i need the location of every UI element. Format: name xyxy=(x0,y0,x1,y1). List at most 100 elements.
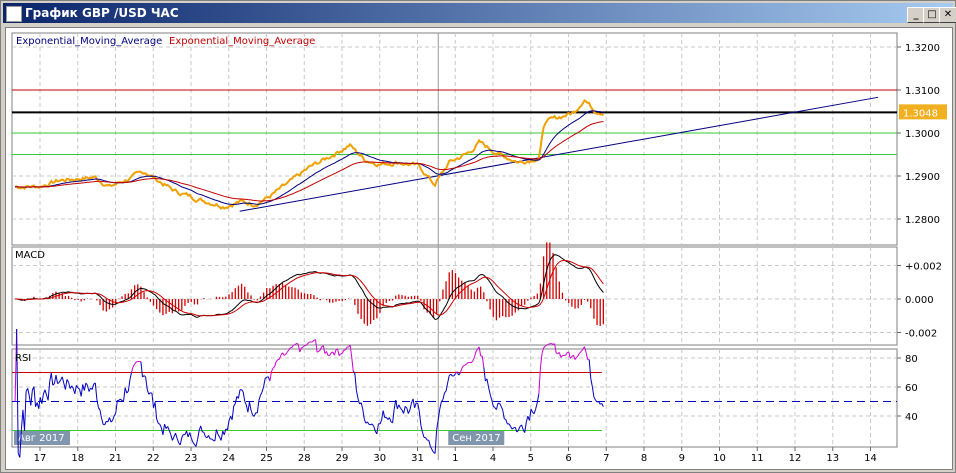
x-label: 14 xyxy=(864,453,877,464)
rsi-segment xyxy=(371,423,375,427)
rsi-segment xyxy=(517,426,521,431)
rsi-segment xyxy=(123,387,126,401)
rsi-segment xyxy=(450,373,453,377)
rsi-segment xyxy=(521,424,524,430)
rsi-segment xyxy=(179,437,183,446)
rsi-segment xyxy=(99,410,103,419)
rsi-segment xyxy=(288,347,291,351)
x-label: 13 xyxy=(826,453,839,464)
rsi-segment xyxy=(448,373,452,376)
rsi-segment xyxy=(458,372,461,376)
x-label: 4 xyxy=(490,453,496,464)
rsi-segment xyxy=(488,386,491,395)
panel-main xyxy=(11,32,898,246)
rsi-segment xyxy=(577,352,581,356)
rsi-segment xyxy=(85,382,88,386)
rsi-segment xyxy=(237,389,241,399)
rsi-segment xyxy=(64,379,68,390)
rsi-segment xyxy=(591,386,595,398)
x-label: 30 xyxy=(373,453,386,464)
rsi-segment xyxy=(414,402,417,408)
rsi-segment xyxy=(274,361,277,367)
x-label: 1 xyxy=(452,453,458,464)
rsi-segment xyxy=(30,390,33,406)
current-price: 1.3048 xyxy=(903,108,938,119)
rsi-segment xyxy=(508,423,511,427)
rsi-segment xyxy=(318,349,321,352)
chart-svg[interactable]: 17 18 21 22 23 24 25 28 29 30 31 1 4 5 6 7 8 9 10 11 12 13 14А… xyxy=(0,0,956,473)
x-label: 11 xyxy=(751,453,764,464)
rsi-segment xyxy=(77,387,80,390)
rsi-segment xyxy=(500,406,504,411)
rsi-segment xyxy=(439,401,442,410)
rsi-segment xyxy=(470,360,474,363)
rsi-segment xyxy=(583,346,587,353)
rsi-segment xyxy=(572,354,576,360)
rsi-segment xyxy=(486,378,490,388)
rsi-segment xyxy=(533,408,537,414)
rsi-segment xyxy=(463,364,466,367)
rsi-segment xyxy=(242,391,246,402)
rsi-segment xyxy=(505,419,508,425)
x-label: 25 xyxy=(260,453,273,464)
x-label: 22 xyxy=(147,453,160,464)
rsi-segment xyxy=(326,351,329,356)
rsi-segment xyxy=(560,355,563,358)
rsi-segment xyxy=(565,352,568,356)
rsi-segment xyxy=(96,399,99,408)
rsi-segment xyxy=(514,427,518,433)
rsi-segment xyxy=(425,437,428,441)
rsi-segment xyxy=(71,385,74,389)
rsi-segment xyxy=(421,431,425,438)
rsi-segment xyxy=(329,352,332,356)
rsi-segment xyxy=(407,409,411,414)
rsi-segment xyxy=(156,418,159,424)
rsi-segment xyxy=(489,394,493,400)
y-label: 1.2800 xyxy=(905,215,940,226)
y-label: +0.002 xyxy=(905,262,942,273)
rsi-segment xyxy=(428,440,431,447)
rsi-segment xyxy=(167,426,170,431)
x-label: 9 xyxy=(679,453,685,464)
x-label: 28 xyxy=(298,453,311,464)
rsi-segment xyxy=(231,405,235,420)
rsi-segment xyxy=(322,345,326,354)
rsi-segment xyxy=(170,434,173,441)
rsi-segment xyxy=(50,373,54,386)
rsi-segment xyxy=(307,341,310,344)
rsi-segment xyxy=(110,420,113,423)
rsi-segment xyxy=(104,421,107,425)
rsi-segment xyxy=(539,353,543,368)
rsi-segment xyxy=(241,389,244,393)
rsi-segment xyxy=(388,417,392,423)
rsi-segment xyxy=(282,352,285,356)
rsi-segment xyxy=(98,407,101,411)
rsi-segment xyxy=(234,396,238,404)
rsi-segment xyxy=(228,416,232,422)
ema-fast-line xyxy=(15,110,604,205)
rsi-segment xyxy=(558,352,562,358)
rsi-segment xyxy=(504,418,507,420)
rsi-segment xyxy=(145,376,148,390)
rsi-segment xyxy=(214,429,217,442)
rsi-segment xyxy=(33,386,37,407)
rsi-segment xyxy=(134,361,137,365)
rsi-segment xyxy=(473,351,477,358)
y-label: 1.3100 xyxy=(905,86,940,97)
rsi-segment xyxy=(416,402,418,404)
rsi-segment xyxy=(162,424,166,435)
rsi-segment xyxy=(403,406,406,414)
rsi-segment xyxy=(296,342,299,345)
rsi-title: RSI xyxy=(15,353,31,364)
rsi-segment xyxy=(351,356,354,372)
x-label: 17 xyxy=(34,453,47,464)
x-label: 10 xyxy=(713,453,726,464)
rsi-segment xyxy=(271,367,274,372)
rsi-segment xyxy=(366,421,370,425)
legend-ema-slow: Exponential_Moving_Average xyxy=(169,36,315,47)
rsi-segment xyxy=(220,431,224,441)
rsi-segment xyxy=(483,367,486,382)
rsi-segment xyxy=(157,422,161,425)
rsi-segment xyxy=(41,394,44,404)
rsi-segment xyxy=(431,449,434,453)
